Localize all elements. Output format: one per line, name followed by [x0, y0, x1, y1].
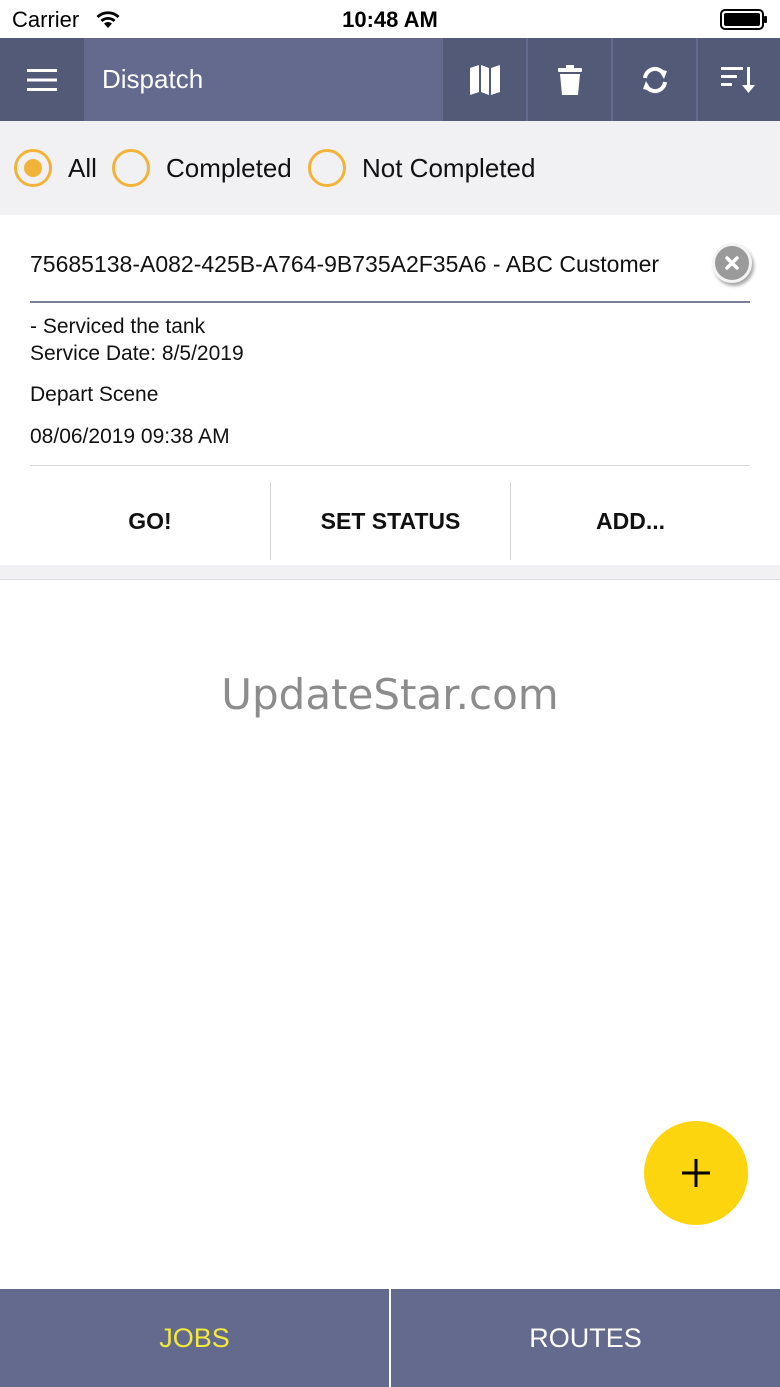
- menu-button[interactable]: [0, 38, 84, 121]
- battery-icon: [720, 9, 767, 30]
- plus-icon: [682, 1159, 710, 1187]
- filter-completed-radio[interactable]: Completed: [112, 121, 292, 215]
- clock: 10:48 AM: [342, 7, 438, 32]
- trash-icon: [557, 64, 582, 95]
- app-toolbar: Dispatch: [0, 38, 780, 121]
- sort-icon: [721, 66, 755, 93]
- tab-routes[interactable]: ROUTES: [391, 1289, 780, 1387]
- radio-unselected-icon: [308, 149, 346, 187]
- watermark: UpdateStar.com: [221, 670, 559, 719]
- close-icon: [725, 256, 739, 270]
- filter-all-label: All: [68, 152, 97, 183]
- job-status: Depart Scene: [30, 383, 159, 406]
- remove-job-button[interactable]: [712, 243, 752, 283]
- job-actions: GO! SET STATUS ADD...: [0, 482, 780, 560]
- go-button[interactable]: GO!: [30, 482, 270, 560]
- filter-completed-label: Completed: [166, 152, 292, 183]
- service-date: Service Date: 8/5/2019: [30, 342, 244, 365]
- refresh-button[interactable]: [613, 38, 696, 121]
- sort-button[interactable]: [698, 38, 780, 121]
- bottom-tab-bar: JOBS ROUTES: [0, 1289, 780, 1387]
- status-bar: Carrier 10:48 AM: [0, 0, 780, 38]
- tab-jobs[interactable]: JOBS: [0, 1289, 389, 1387]
- refresh-icon: [642, 66, 667, 93]
- divider: [30, 301, 750, 303]
- job-status-time: 08/06/2019 09:38 AM: [30, 425, 230, 448]
- add-job-fab[interactable]: [644, 1121, 748, 1225]
- job-filter: All Completed Not Completed: [0, 121, 780, 215]
- hamburger-menu-icon: [27, 68, 57, 91]
- job-card[interactable]: 75685138-A082-425B-A764-9B735A2F35A6 - A…: [0, 215, 780, 565]
- job-notes: - Serviced the tank: [30, 315, 206, 338]
- divider: [30, 465, 750, 466]
- radio-unselected-icon: [112, 149, 150, 187]
- add-button[interactable]: ADD...: [510, 482, 750, 560]
- delete-button[interactable]: [528, 38, 611, 121]
- set-status-button[interactable]: SET STATUS: [270, 482, 510, 560]
- filter-not-completed-radio[interactable]: Not Completed: [308, 121, 535, 215]
- map-button[interactable]: [443, 38, 526, 121]
- page-title: Dispatch: [102, 64, 204, 94]
- map-icon: [469, 64, 500, 95]
- filter-not-completed-label: Not Completed: [362, 152, 536, 183]
- radio-selected-icon: [14, 149, 52, 187]
- filter-all-radio[interactable]: All: [14, 121, 97, 215]
- card-footer-strip: [0, 565, 780, 580]
- job-title: 75685138-A082-425B-A764-9B735A2F35A6 - A…: [30, 251, 660, 277]
